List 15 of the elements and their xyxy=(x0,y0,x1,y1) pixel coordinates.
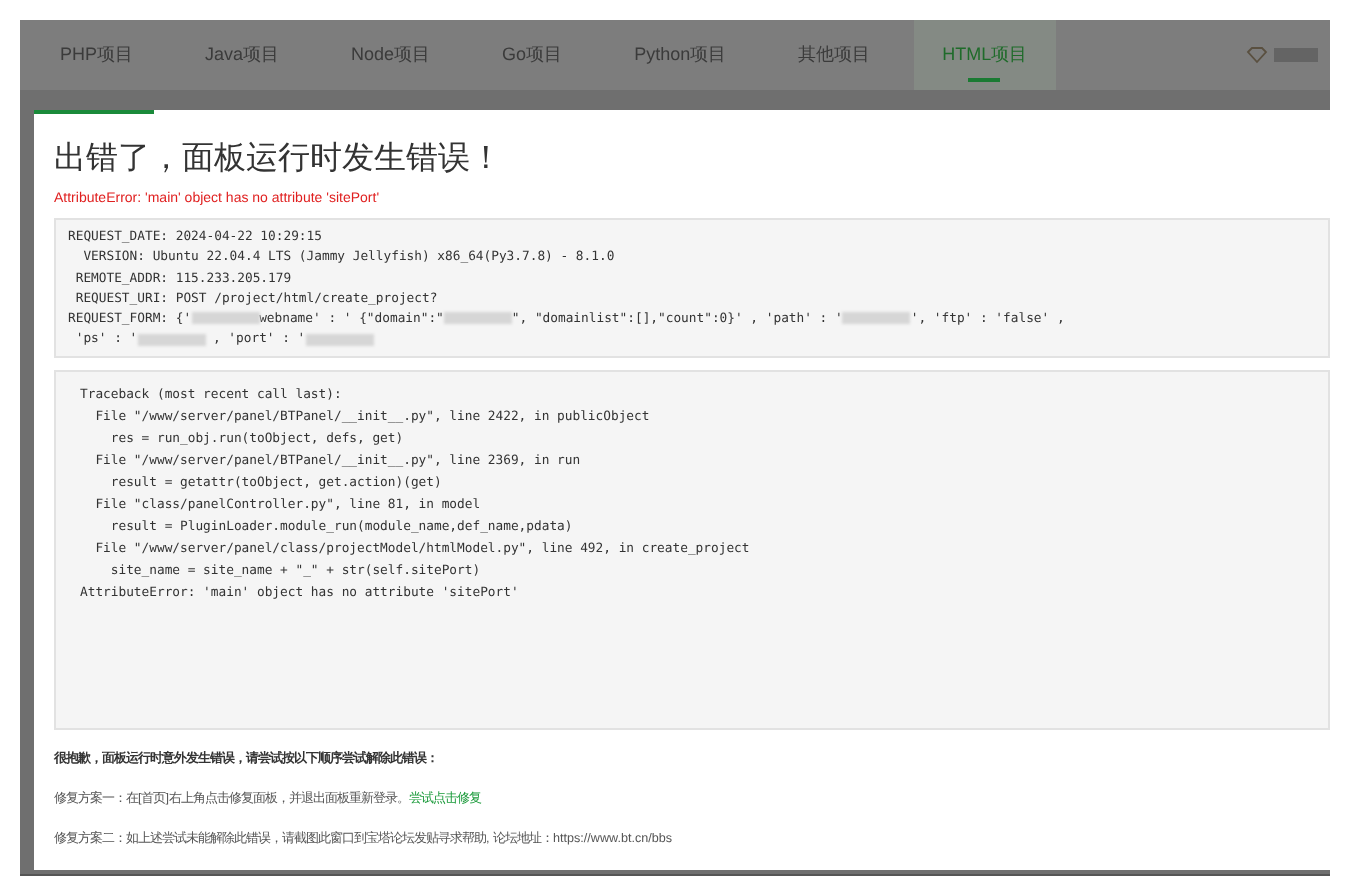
redacted-blur xyxy=(443,312,512,325)
project-tab[interactable]: Java项目 xyxy=(177,20,308,90)
project-tab[interactable]: Python项目 xyxy=(606,20,755,90)
redacted-blur xyxy=(305,333,374,346)
diamond-icon xyxy=(1246,46,1268,64)
redacted-blur xyxy=(137,333,206,346)
project-tab[interactable]: 其他项目 xyxy=(770,20,899,90)
redacted-blur xyxy=(842,312,911,325)
redacted-blur xyxy=(191,312,260,325)
project-tab[interactable]: HTML项目 xyxy=(914,20,1056,90)
project-tab[interactable]: Node项目 xyxy=(323,20,459,90)
blurred-badge xyxy=(1274,48,1318,62)
dialog-title: 出错了，面板运行时发生错误！ xyxy=(54,139,504,180)
project-tab[interactable]: Go项目 xyxy=(474,20,591,90)
project-tab[interactable]: PHP项目 xyxy=(32,20,162,90)
